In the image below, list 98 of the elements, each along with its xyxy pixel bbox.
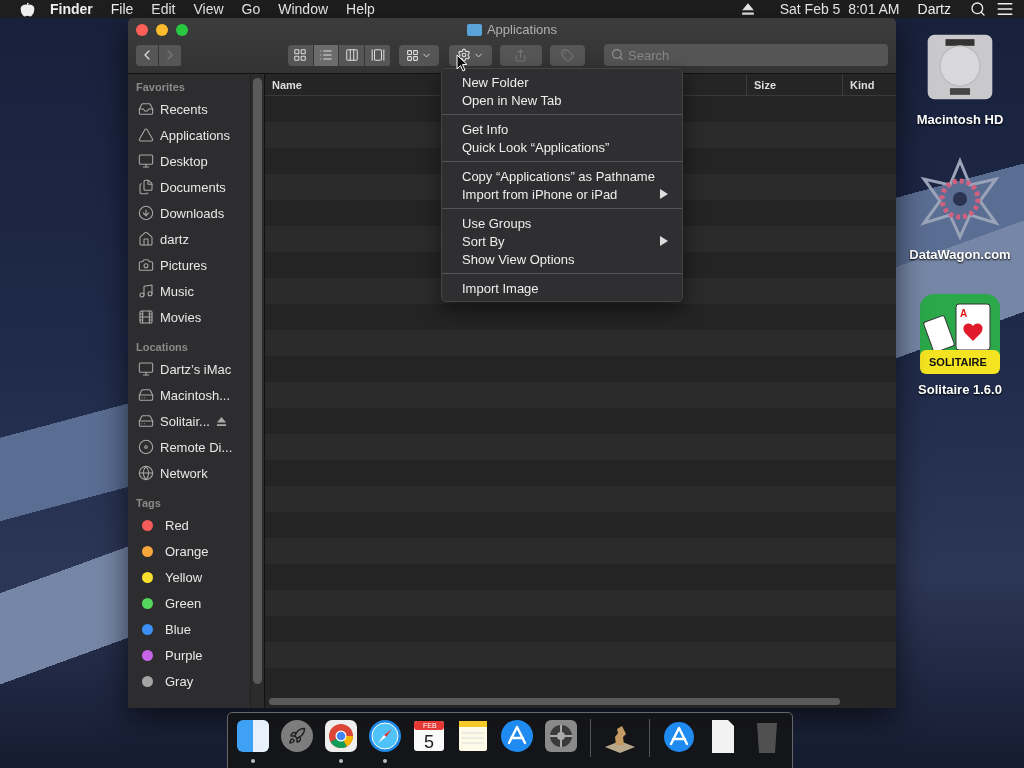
list-icon: [319, 48, 334, 62]
finder-icon[interactable]: [234, 717, 272, 755]
desktop-icon-label[interactable]: Macintosh HD: [916, 112, 1004, 127]
search-icon: [611, 48, 624, 61]
sidebar-item[interactable]: Yellow: [165, 569, 203, 585]
gear-icon[interactable]: [542, 717, 580, 755]
apple-logo-icon[interactable]: [20, 1, 35, 17]
eject-icon[interactable]: [215, 415, 227, 427]
compass-icon[interactable]: [366, 717, 404, 755]
grid-icon: [406, 48, 420, 62]
menu-item[interactable]: Use Groups: [442, 214, 682, 232]
gear-icon: [457, 48, 472, 62]
zoom-button[interactable]: [176, 24, 188, 36]
music-note-icon: [138, 283, 154, 299]
sidebar-heading: Tags: [136, 496, 162, 511]
menu-item[interactable]: View: [184, 1, 233, 17]
film-icon: [138, 309, 154, 325]
globe-icon: [138, 465, 154, 481]
back-button[interactable]: [136, 44, 158, 66]
search-icon[interactable]: [970, 1, 986, 17]
group-button[interactable]: [399, 44, 440, 66]
sidebar-item[interactable]: Pictures: [160, 257, 207, 273]
rocket-icon[interactable]: [278, 717, 316, 755]
column-header[interactable]: Size: [746, 74, 842, 95]
menu-item[interactable]: Go: [232, 1, 270, 17]
menu-clock[interactable]: Sat Feb 5 8:01 AM: [770, 1, 909, 17]
menu-list-icon[interactable]: [996, 0, 1014, 18]
house-icon: [138, 231, 154, 247]
scrollbar-thumb[interactable]: [253, 78, 262, 684]
sidebar-item[interactable]: Red: [165, 517, 189, 533]
documents-icon: [138, 179, 154, 195]
view-mode-button[interactable]: [365, 44, 390, 66]
menu-item[interactable]: Help: [337, 1, 384, 17]
gallery-icon: [370, 48, 385, 62]
sidebar-item[interactable]: Downloads: [160, 205, 225, 221]
app-menu[interactable]: Finder: [41, 1, 102, 17]
sidebar-item[interactable]: dartz: [160, 231, 189, 247]
hard-drive-icon: [138, 387, 154, 403]
desktop-icon-label[interactable]: Solitaire 1.6.0: [918, 382, 1002, 397]
sidebar-item[interactable]: Remote Di...: [160, 439, 233, 455]
menu-item[interactable]: New Folder: [442, 73, 682, 91]
close-button[interactable]: [136, 24, 148, 36]
sidebar-item[interactable]: Gray: [165, 673, 194, 689]
menu-item[interactable]: Open in New Tab: [442, 91, 682, 109]
action-button[interactable]: [449, 44, 492, 66]
tag-icon: [561, 48, 574, 62]
sidebar-item[interactable]: Desktop: [160, 153, 208, 169]
menu-item[interactable]: File: [101, 1, 143, 17]
sidebar-item[interactable]: Recents: [160, 101, 208, 117]
camera-icon: [138, 257, 154, 273]
user-name[interactable]: Dartz: [908, 1, 960, 17]
menu-item[interactable]: Sort By: [442, 232, 682, 250]
menu-item[interactable]: Window: [269, 1, 338, 17]
window-title: Applications: [486, 22, 558, 37]
hard-drive-icon: [138, 413, 154, 429]
sidebar-item[interactable]: Dartz’s iMac: [160, 361, 232, 377]
star-pattern-icon[interactable]: [918, 157, 1002, 241]
menu-item[interactable]: Show View Options: [442, 250, 682, 268]
sidebar-item[interactable]: Blue: [165, 621, 192, 637]
sidebar-item[interactable]: Network: [160, 465, 208, 481]
menu-item[interactable]: Import Image: [442, 279, 682, 297]
sidebar-item[interactable]: Music: [160, 283, 194, 299]
sidebar-item[interactable]: Orange: [165, 543, 209, 559]
minimize-button[interactable]: [156, 24, 168, 36]
menu-item[interactable]: Copy “Applications” as Pathname: [442, 167, 682, 185]
browser-icon[interactable]: [322, 717, 360, 755]
sidebar-item[interactable]: Purple: [165, 647, 203, 663]
folder-icon: [466, 23, 482, 36]
solitaire-app-icon[interactable]: A SOLITAIRE: [918, 292, 1002, 376]
sidebar-item[interactable]: Movies: [160, 309, 202, 325]
eject-icon[interactable]: [740, 2, 755, 16]
share-icon: [514, 48, 528, 62]
desktop-icon-label[interactable]: DataWagon.com: [909, 247, 1011, 262]
app-store-icon[interactable]: [498, 717, 536, 755]
view-mode-button[interactable]: [288, 44, 313, 66]
view-mode-button[interactable]: [313, 44, 339, 66]
monitor-icon: [138, 361, 154, 377]
sidebar-heading: Locations: [136, 340, 189, 355]
sidebar-item[interactable]: Green: [165, 595, 202, 611]
column-header[interactable]: Kind: [842, 74, 896, 95]
columns-icon: [344, 48, 359, 62]
download-icon: [138, 205, 154, 221]
monitor-icon: [138, 153, 154, 169]
inbox-icon: [138, 101, 154, 117]
sidebar-item[interactable]: Macintosh...: [160, 387, 231, 403]
sidebar-item[interactable]: Solitair...: [160, 413, 210, 429]
scrollbar-thumb[interactable]: [269, 698, 840, 705]
menu-item[interactable]: Quick Look “Applications”: [442, 138, 682, 156]
sidebar-item[interactable]: Documents: [160, 179, 226, 195]
menu-item[interactable]: Get Info: [442, 120, 682, 138]
menu-item[interactable]: Edit: [142, 1, 185, 17]
grid-icon: [293, 48, 308, 62]
sidebar-item[interactable]: Applications: [160, 127, 231, 143]
triangle-icon: [138, 127, 154, 143]
disc-icon: [138, 439, 154, 455]
view-mode-button[interactable]: [339, 44, 365, 66]
sidebar-heading: Favorites: [136, 80, 186, 95]
menu-item[interactable]: Import from iPhone or iPad: [442, 185, 682, 203]
